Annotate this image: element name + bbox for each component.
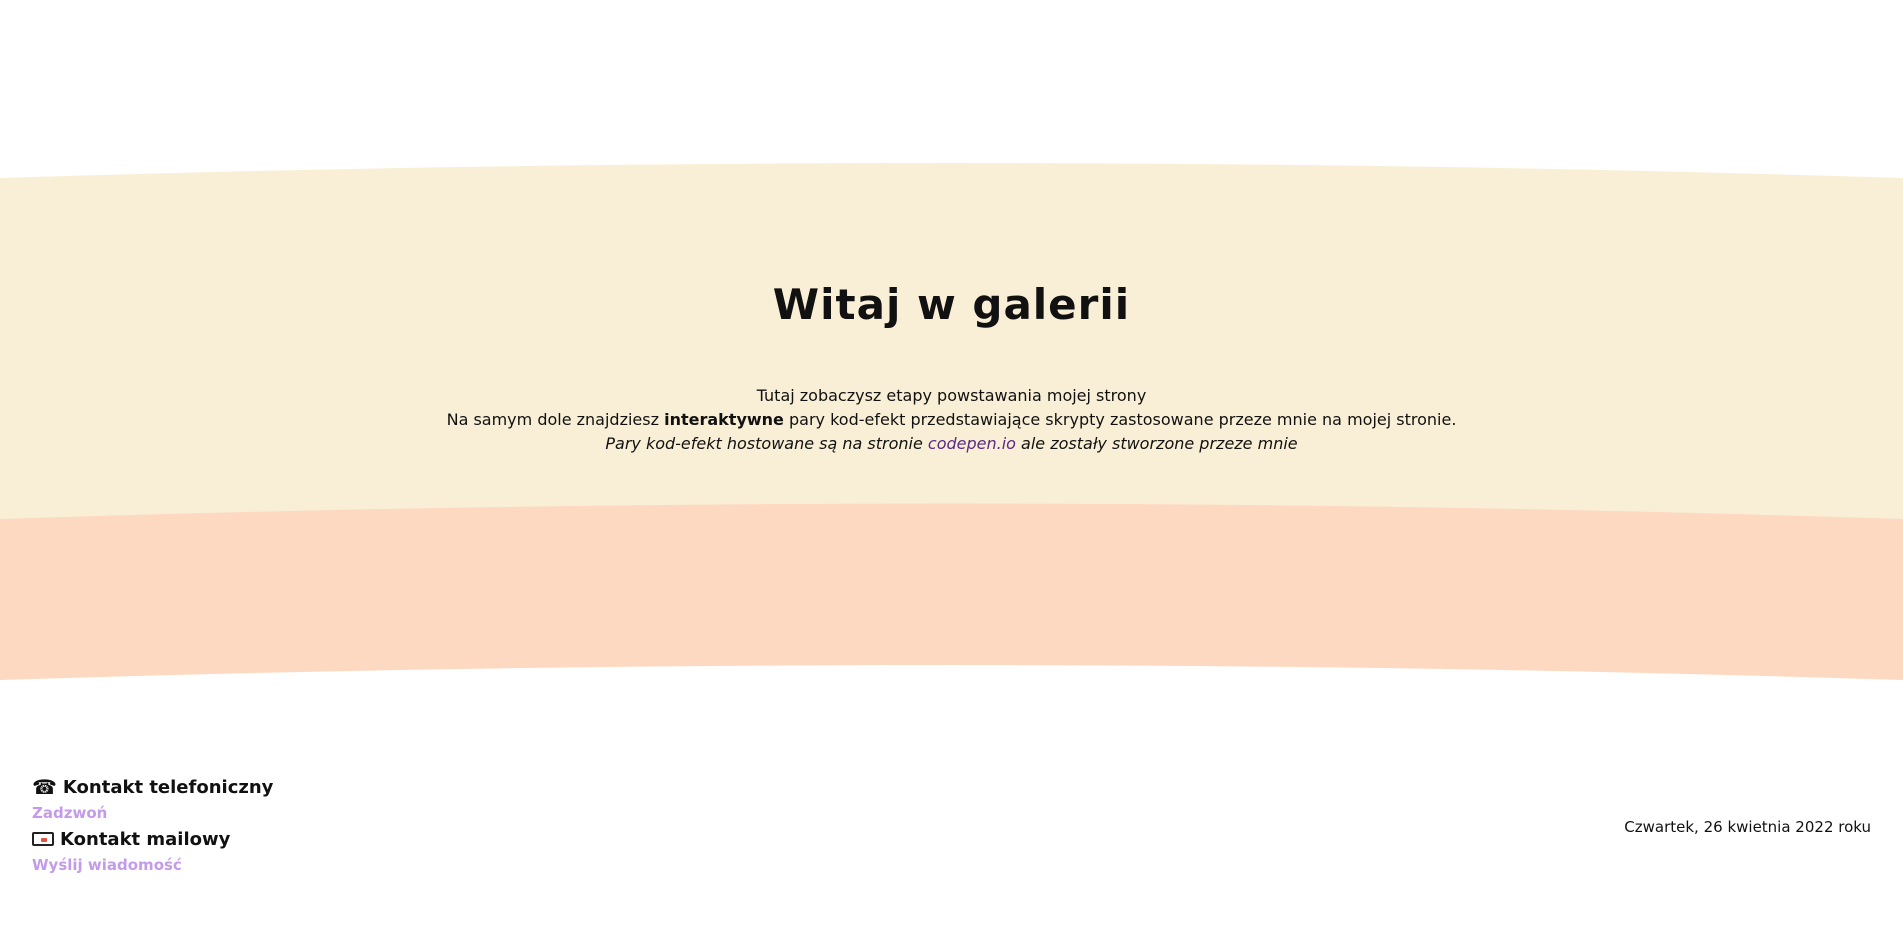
mail-contact-label: Kontakt mailowy <box>60 828 231 850</box>
hero-line-3: Pary kod-efekt hostowane są na stronie c… <box>0 432 1903 456</box>
send-message-link[interactable]: Wyślij wiadomość <box>32 852 432 878</box>
hero-section: Witaj w galerii Tutaj zobaczysz etapy po… <box>0 165 1903 505</box>
phone-contact-heading: ☎ Kontakt telefoniczny <box>32 774 432 800</box>
envelope-icon <box>32 832 54 846</box>
page: Witaj w galerii Tutaj zobaczysz etapy po… <box>0 0 1903 927</box>
footer: ☎ Kontakt telefoniczny Zadzwoń Kontakt m… <box>0 770 1903 890</box>
hero-line-3-start: Pary kod-efekt hostowane są na stronie <box>605 434 928 453</box>
hero-line-1: Tutaj zobaczysz etapy powstawania mojej … <box>756 386 1147 405</box>
hero-line-2-end: pary kod-efekt przedstawiające skrypty z… <box>783 410 1457 429</box>
interactive-emphasis: interaktywne <box>664 410 784 429</box>
contact-list: ☎ Kontakt telefoniczny Zadzwoń Kontakt m… <box>32 774 432 878</box>
hero-line-2: Na samym dole znajdziesz interaktywne pa… <box>0 408 1903 432</box>
phone-contact-label: Kontakt telefoniczny <box>62 776 274 798</box>
peach-band <box>0 503 1903 680</box>
hero-line-2-start: Na samym dole znajdziesz <box>446 410 665 429</box>
telephone-icon: ☎ <box>32 775 57 799</box>
codepen-link[interactable]: codepen.io <box>928 434 1016 453</box>
current-date: Czwartek, 26 kwietnia 2022 roku <box>1624 818 1871 836</box>
call-link[interactable]: Zadzwoń <box>32 800 432 826</box>
page-title: Witaj w galerii <box>772 280 1131 329</box>
mail-contact-heading: Kontakt mailowy <box>32 826 432 852</box>
hero-description: Tutaj zobaczysz etapy powstawania mojej … <box>0 384 1903 456</box>
hero-line-3-end: ale zostały stworzone przeze mnie <box>1015 434 1298 453</box>
